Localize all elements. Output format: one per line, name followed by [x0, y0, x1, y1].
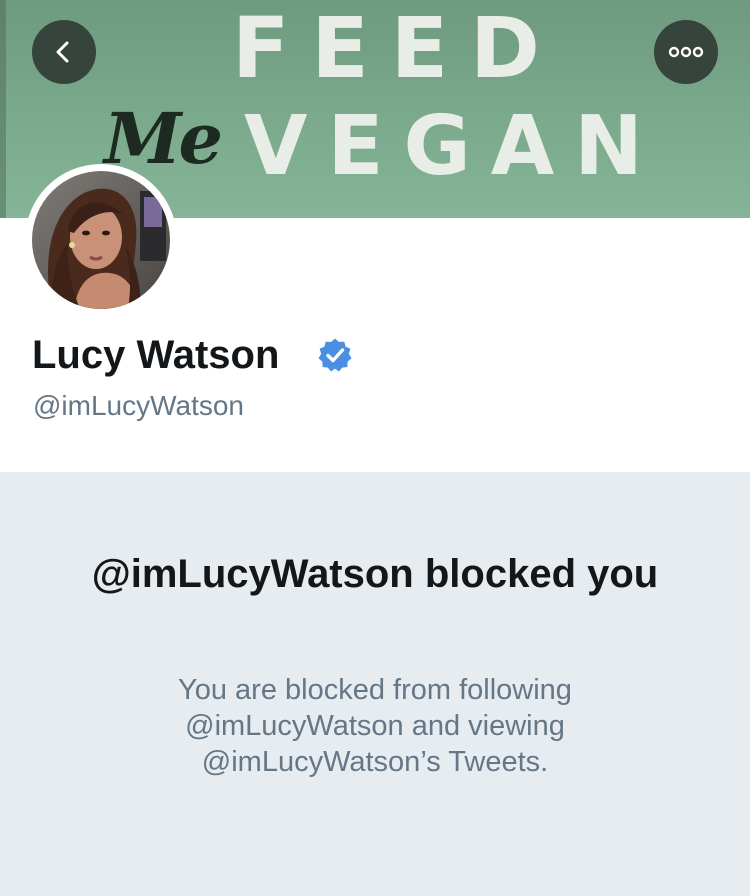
- user-handle: @imLucyWatson: [33, 390, 244, 421]
- more-options-icon: [668, 46, 704, 58]
- display-name: Lucy Watson: [32, 333, 280, 377]
- avatar-photo: [32, 171, 170, 309]
- chevron-left-icon: [56, 41, 69, 63]
- banner-text-feed: FEED: [232, 0, 562, 97]
- banner-text-me: Me: [104, 97, 223, 180]
- blocked-description: You are blocked from following @imLucyWa…: [178, 674, 572, 778]
- profile-page: FEED Me VEGAN Lucy Watson @imLucyWatson …: [0, 0, 750, 896]
- banner-edge: [0, 0, 6, 218]
- banner-text-vegan: VEGAN: [244, 99, 663, 194]
- more-options-button[interactable]: [654, 20, 718, 84]
- blocked-title: @imLucyWatson blocked you: [91, 552, 659, 596]
- back-button[interactable]: [32, 20, 96, 84]
- avatar[interactable]: [25, 164, 177, 316]
- verified-badge-icon: [318, 338, 352, 372]
- blocked-notice: @imLucyWatson blocked you You are blocke…: [0, 472, 750, 896]
